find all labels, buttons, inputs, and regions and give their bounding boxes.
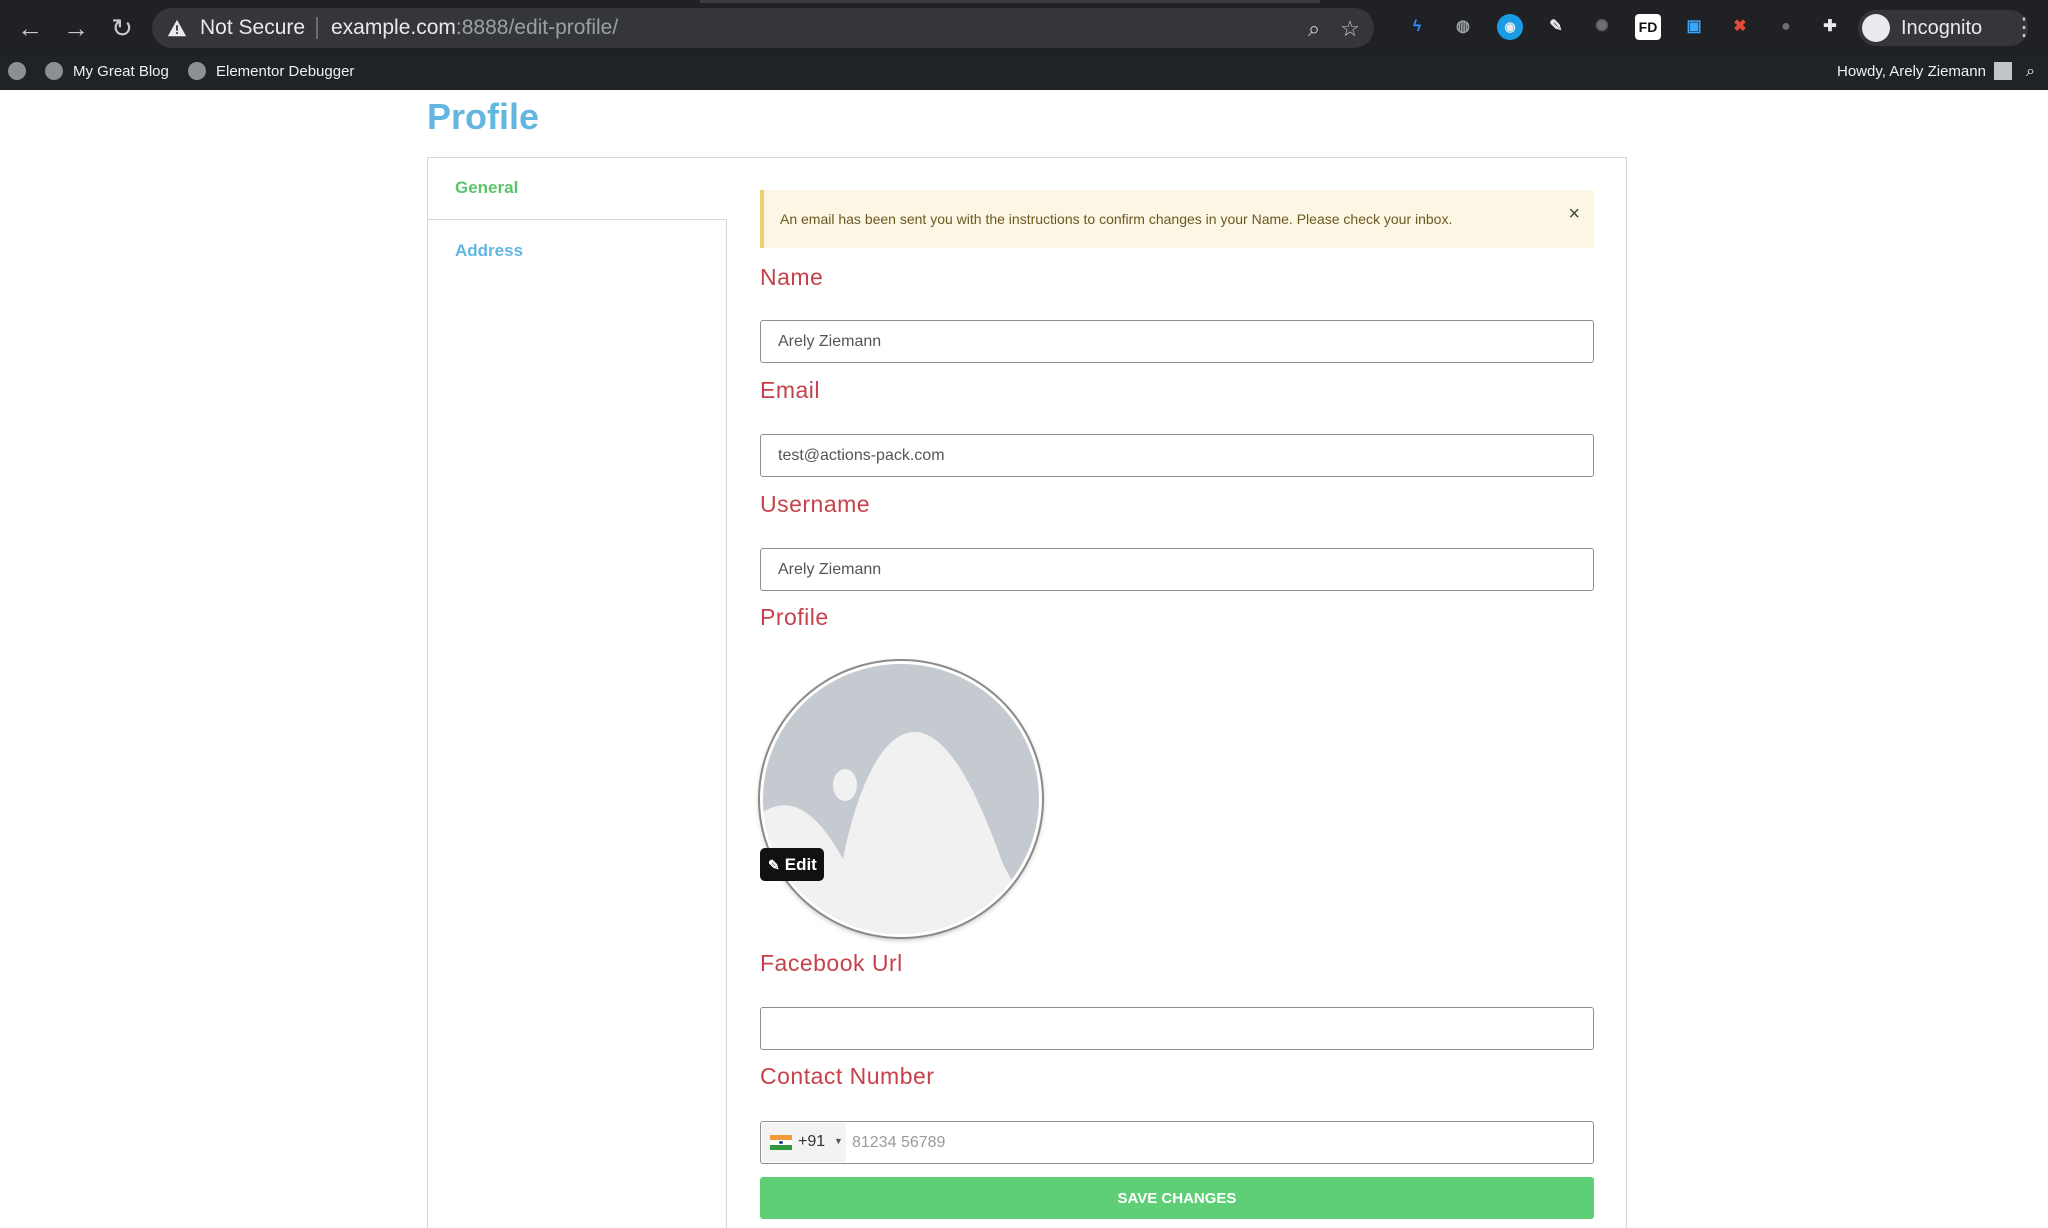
profile-avatar[interactable] [760, 661, 1042, 937]
name-label: Name [760, 264, 824, 290]
url-path: :8888/edit-profile/ [455, 16, 619, 39]
email-input[interactable] [760, 434, 1594, 477]
security-status[interactable]: Not Secure [200, 16, 305, 40]
pencil-icon: ✎ [768, 857, 780, 873]
email-label: Email [760, 377, 821, 403]
name-input[interactable] [760, 320, 1594, 363]
edit-label: Edit [784, 855, 817, 874]
omnibox-divider [316, 17, 318, 39]
contact-number-field: +91 ▼ [760, 1121, 1594, 1164]
close-icon[interactable]: × [1568, 203, 1580, 226]
browser-toolbar: ← → ↻ Not Secure example.com:8888/edit-p… [0, 0, 2048, 54]
greeting-text: Howdy, Arely Ziemann [1837, 63, 1986, 80]
country-code-selector[interactable]: +91 ▼ [762, 1123, 846, 1162]
warning-icon [167, 19, 187, 37]
address-bar[interactable]: Not Secure example.com:8888/edit-profile… [152, 8, 1374, 48]
fd-extension-icon[interactable]: FD [1635, 14, 1661, 40]
bulb-extension-icon[interactable]: ● [1773, 14, 1799, 40]
incognito-label: Incognito [1901, 17, 1983, 39]
user-avatar-icon [1993, 61, 2012, 80]
india-flag-icon [770, 1135, 792, 1150]
wordpress-logo-icon[interactable] [8, 54, 26, 90]
facebook-url-input[interactable] [760, 1007, 1594, 1050]
incognito-indicator[interactable]: Incognito [1858, 10, 2028, 46]
tab-general-label: General [455, 178, 519, 197]
sidebar-divider [726, 219, 727, 1228]
site-name-link[interactable]: My Great Blog [45, 54, 169, 90]
site-name-label: My Great Blog [73, 63, 169, 80]
lightning-extension-icon[interactable]: ϟ [1404, 14, 1430, 40]
username-input[interactable] [760, 548, 1594, 591]
tab-address-label: Address [455, 241, 524, 260]
wp-admin-bar: My Great Blog Elementor Debugger Howdy, … [0, 54, 2048, 90]
profile-label: Profile [760, 604, 829, 630]
profile-panel [427, 157, 1627, 1228]
tab-general[interactable]: General [428, 158, 726, 220]
image-placeholder-icon [763, 664, 1039, 934]
zoom-icon[interactable]: ⌕ [1302, 17, 1326, 41]
dial-code: +91 [798, 1133, 826, 1150]
url-host: example.com [331, 16, 456, 39]
gear-extension-icon[interactable]: ✺ [1589, 14, 1615, 40]
globe-extension-icon[interactable]: ◍ [1450, 14, 1476, 40]
account-menu[interactable]: Howdy, Arely Ziemann [1837, 54, 2012, 90]
puzzle-extensions-icon[interactable]: ✚ [1817, 14, 1843, 40]
dashboard-icon [45, 61, 63, 80]
x-extension-icon[interactable]: ✖ [1727, 14, 1753, 40]
forward-icon[interactable]: → [60, 12, 92, 44]
username-label: Username [760, 491, 871, 517]
pen-extension-icon[interactable]: ✎ [1543, 14, 1569, 40]
info-icon [188, 61, 206, 80]
incognito-icon [1862, 14, 1890, 42]
facebook-url-label: Facebook Url [760, 950, 903, 976]
save-changes-button[interactable]: SAVE CHANGES [760, 1177, 1594, 1219]
camera-extension-icon[interactable]: ▣ [1681, 14, 1707, 40]
edit-avatar-button[interactable]: ✎ Edit [760, 848, 824, 881]
notice-text: An email has been sent you with the inst… [780, 211, 1453, 227]
email-notice: An email has been sent you with the inst… [760, 190, 1594, 248]
eye-extension-icon[interactable]: ◉ [1497, 14, 1523, 40]
tab-strip-edge [700, 0, 1320, 3]
url-text[interactable]: example.com:8888/edit-profile/ [331, 16, 618, 40]
phone-input[interactable] [847, 1123, 1587, 1162]
tab-address[interactable]: Address [428, 222, 726, 278]
browser-menu-icon[interactable]: ⋮ [2012, 14, 2036, 42]
contact-number-label: Contact Number [760, 1063, 935, 1089]
elementor-debugger-link[interactable]: Elementor Debugger [188, 54, 354, 90]
bookmark-star-icon[interactable]: ☆ [1338, 17, 1362, 41]
back-icon[interactable]: ← [14, 12, 46, 44]
elementor-debugger-label: Elementor Debugger [216, 63, 355, 80]
search-icon[interactable]: ⌕ [2026, 54, 2035, 90]
chevron-down-icon: ▼ [834, 1136, 843, 1146]
reload-icon[interactable]: ↻ [106, 12, 138, 44]
page-title: Profile [427, 96, 540, 137]
